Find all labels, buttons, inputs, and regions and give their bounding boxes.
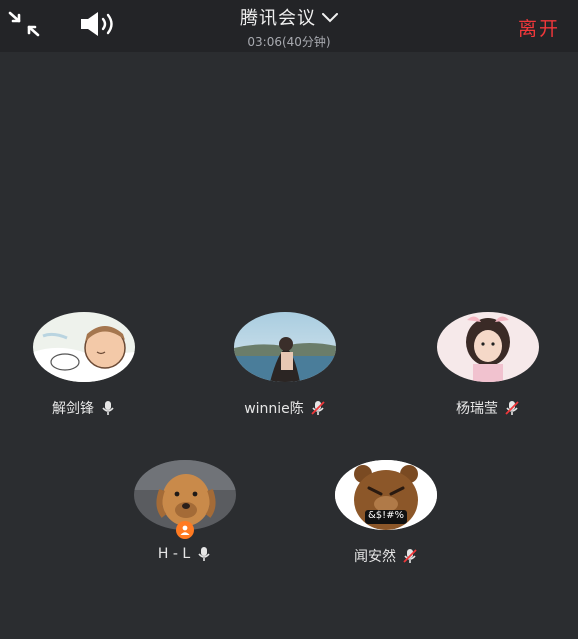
participant-tile[interactable]: 解剑锋 [4, 312, 164, 418]
microphone-icon [100, 400, 116, 416]
bear-emoji-avatar: &$!#% [335, 460, 437, 530]
participant-name-row: 解剑锋 [4, 398, 164, 418]
emoji-censored-text: &$!#% [367, 510, 405, 521]
meeting-title-area: 腾讯会议 03:06(40分钟) [0, 4, 578, 50]
microphone-muted-icon [402, 548, 418, 564]
dog-photo-avatar [134, 460, 236, 539]
participant-name-row: winnie陈 [205, 398, 365, 418]
participant-name: 杨瑞莹 [456, 401, 498, 417]
host-person-icon [176, 521, 194, 539]
cartoon-sleeping-avatar [33, 312, 135, 382]
participant-tile-host[interactable]: H - L [105, 460, 265, 562]
participant-name: H - L [157, 546, 191, 562]
chevron-down-icon [322, 7, 338, 28]
participant-name: 闻安然 [354, 549, 396, 565]
leave-button[interactable]: 离开 [518, 14, 560, 41]
participant-tile[interactable]: &$!#% 闻安然 [306, 460, 466, 566]
meeting-timer: 03:06(40分钟) [247, 35, 331, 49]
microphone-muted-icon [310, 400, 326, 416]
participant-name: winnie陈 [244, 401, 304, 417]
microphone-muted-icon [504, 400, 520, 416]
participant-tile[interactable]: 杨瑞莹 [408, 312, 568, 418]
participant-name-row: H - L [105, 546, 265, 562]
meeting-title: 腾讯会议 [240, 8, 316, 29]
participant-name-row: 闻安然 [306, 546, 466, 566]
participant-name-row: 杨瑞莹 [408, 398, 568, 418]
top-bar: 腾讯会议 03:06(40分钟) 离开 [0, 0, 578, 52]
microphone-icon [196, 546, 212, 562]
participant-name: 解剑锋 [52, 401, 94, 417]
child-photo-avatar [437, 312, 539, 382]
meeting-title-button[interactable]: 腾讯会议 [240, 4, 338, 30]
lake-photo-avatar [234, 312, 336, 382]
participant-tile[interactable]: winnie陈 [205, 312, 365, 418]
